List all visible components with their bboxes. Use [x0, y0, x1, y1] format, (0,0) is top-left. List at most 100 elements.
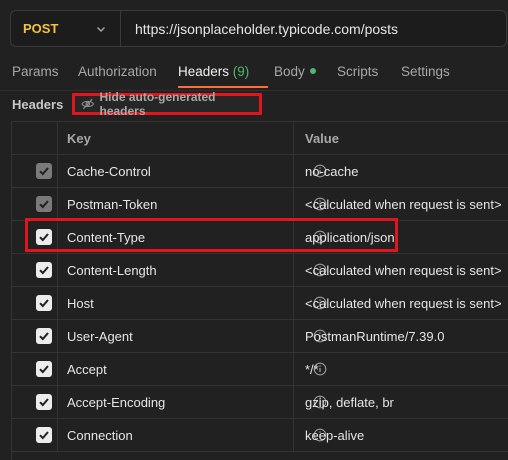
check-cell [12, 320, 58, 352]
key-cell[interactable]: Accept [57, 353, 327, 385]
headers-section-title: Headers [12, 97, 64, 112]
checkmark-icon [39, 365, 49, 374]
checkmark-icon [39, 167, 49, 176]
key-column-label: Key [67, 131, 91, 146]
check-cell [12, 419, 58, 451]
tab-headers-label: Headers [178, 64, 230, 79]
hide-button-label: Hide auto-generated headers [99, 90, 216, 118]
value-cell[interactable]: */* [293, 353, 508, 385]
value-column-header: Value [293, 122, 508, 154]
check-cell [12, 155, 58, 187]
key-cell[interactable]: Cache-Control [57, 155, 327, 187]
key-cell[interactable]: User-Agent [57, 320, 327, 352]
table-row: Cache-Control no-cache [12, 155, 508, 188]
key-cell[interactable]: Content-Type [57, 221, 327, 253]
row-checkbox[interactable] [36, 394, 52, 410]
header-value: <calculated when request is sent> [305, 263, 502, 278]
header-key: Content-Length [67, 263, 157, 278]
value-cell[interactable]: <calculated when request is sent> [293, 188, 508, 220]
value-cell[interactable]: <calculated when request is sent> [293, 287, 508, 319]
header-key: Host [67, 296, 94, 311]
table-row: Accept-Encoding gzip, deflate, br [12, 386, 508, 419]
tab-settings[interactable]: Settings [401, 64, 450, 79]
checkmark-icon [39, 266, 49, 275]
tab-body-label: Body [274, 64, 305, 79]
headers-table: Key Value Cache-Control no-cache Postman… [11, 121, 508, 460]
row-checkbox[interactable] [36, 328, 52, 344]
tab-params[interactable]: Params [12, 64, 59, 79]
checkmark-icon [39, 233, 49, 242]
table-row: User-Agent PostmanRuntime/7.39.0 [12, 320, 508, 353]
table-row: Postman-Token <calculated when request i… [12, 188, 508, 221]
value-cell[interactable]: no-cache [293, 155, 508, 187]
header-key: Content-Type [67, 230, 146, 245]
key-cell[interactable]: Connection [57, 419, 327, 451]
checkmark-icon [39, 398, 49, 407]
request-tabs: Params Authorization Headers (9) Body Sc… [0, 56, 508, 90]
row-checkbox[interactable] [36, 427, 52, 443]
key-cell[interactable]: Content-Length [57, 254, 327, 286]
chevron-down-icon [97, 27, 105, 32]
table-row: Content-Length <calculated when request … [12, 254, 508, 287]
header-key: Accept [67, 362, 107, 377]
row-checkbox[interactable] [36, 262, 52, 278]
hide-auto-generated-headers-button[interactable]: Hide auto-generated headers [72, 90, 262, 118]
header-value: gzip, deflate, br [305, 395, 394, 410]
value-cell[interactable]: gzip, deflate, br [293, 386, 508, 418]
table-row: Connection keep-alive [12, 419, 508, 452]
header-value: application/json [305, 230, 395, 245]
table-row: Host <calculated when request is sent> [12, 287, 508, 320]
key-cell[interactable]: Accept-Encoding [57, 386, 327, 418]
value-column-label: Value [305, 131, 339, 146]
check-column-header [12, 122, 58, 154]
method-label: POST [23, 21, 59, 36]
value-cell[interactable]: keep-alive [293, 419, 508, 451]
tab-headers-count: (9) [232, 64, 250, 79]
key-cell[interactable]: Postman-Token [57, 188, 327, 220]
key-column-header: Key [57, 122, 294, 154]
header-value: no-cache [305, 164, 359, 179]
key-cell[interactable]: Host [57, 287, 327, 319]
table-row: Content-Type application/json [12, 221, 508, 254]
check-cell [12, 353, 58, 385]
table-body: Cache-Control no-cache Postman-Token <ca… [12, 155, 508, 452]
url-input[interactable] [121, 10, 506, 47]
body-indicator-dot [309, 68, 316, 75]
row-checkbox[interactable] [36, 361, 52, 377]
method-select[interactable]: POST [11, 11, 121, 46]
row-checkbox[interactable] [36, 229, 52, 245]
tab-authorization[interactable]: Authorization [78, 64, 157, 79]
header-key: Cache-Control [67, 164, 151, 179]
header-key: Postman-Token [67, 197, 158, 212]
check-cell [12, 386, 58, 418]
active-tab-underline [178, 86, 268, 88]
tab-headers[interactable]: Headers (9) [178, 64, 249, 79]
value-cell[interactable]: application/json [293, 221, 508, 253]
checkmark-icon [39, 299, 49, 308]
table-header-row: Key Value [12, 122, 508, 155]
tab-body[interactable]: Body [274, 64, 316, 79]
header-value: <calculated when request is sent> [305, 197, 502, 212]
header-value: <calculated when request is sent> [305, 296, 502, 311]
check-cell [12, 221, 58, 253]
header-value: PostmanRuntime/7.39.0 [305, 329, 445, 344]
value-cell[interactable]: <calculated when request is sent> [293, 254, 508, 286]
row-checkbox[interactable] [36, 196, 52, 212]
row-checkbox[interactable] [36, 163, 52, 179]
header-value: */* [305, 362, 319, 377]
row-checkbox[interactable] [36, 295, 52, 311]
checkmark-icon [39, 332, 49, 341]
request-url-bar: POST [10, 10, 507, 47]
checkmark-icon [39, 200, 49, 209]
eye-off-icon [81, 98, 95, 110]
check-cell [12, 188, 58, 220]
header-key: Accept-Encoding [67, 395, 166, 410]
check-cell [12, 287, 58, 319]
header-value: keep-alive [305, 428, 365, 443]
tab-scripts[interactable]: Scripts [337, 64, 378, 79]
checkmark-icon [39, 431, 49, 440]
header-key: User-Agent [67, 329, 133, 344]
table-row: Accept */* [12, 353, 508, 386]
header-key: Connection [67, 428, 133, 443]
value-cell[interactable]: PostmanRuntime/7.39.0 [293, 320, 508, 352]
